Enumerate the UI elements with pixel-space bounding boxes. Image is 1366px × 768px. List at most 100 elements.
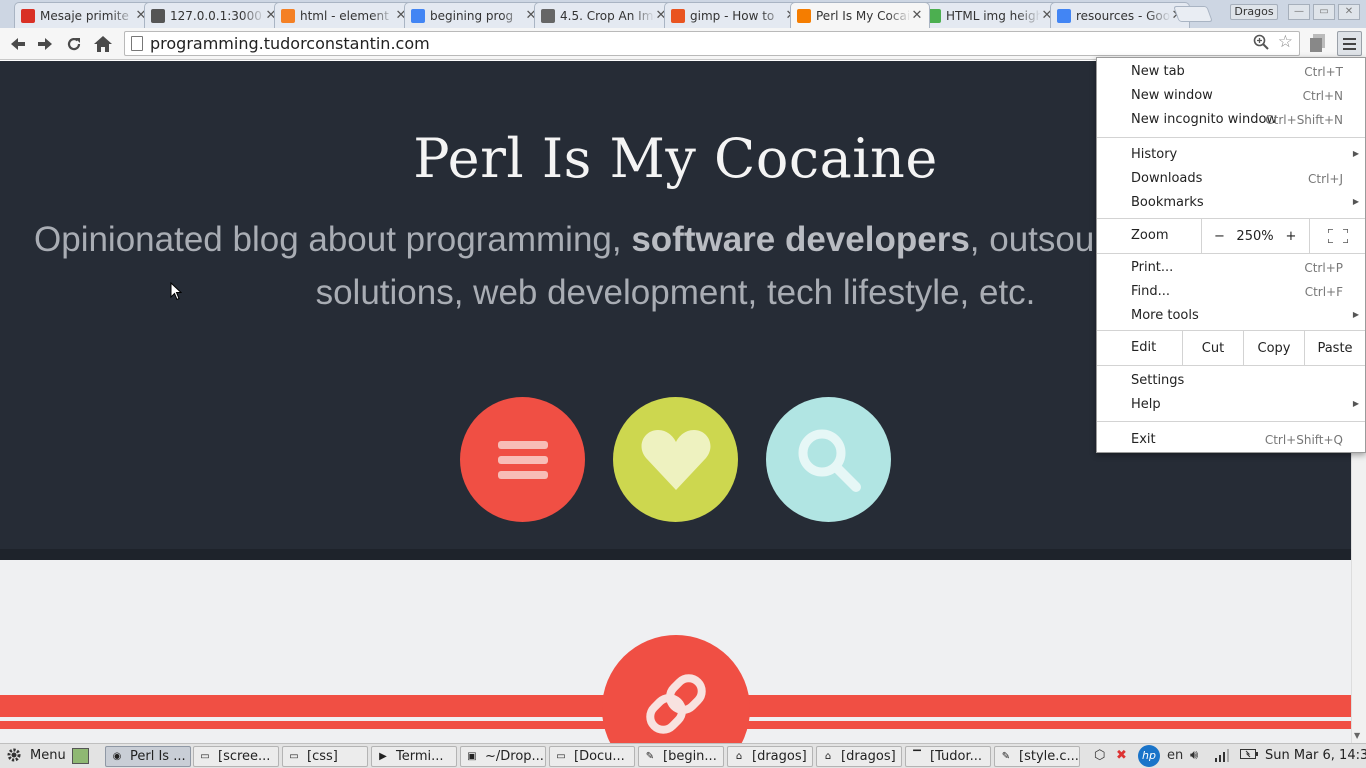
close-window-button[interactable]: ✕ bbox=[1338, 4, 1360, 20]
browser-tab[interactable]: resources - Google✕ bbox=[1050, 2, 1190, 28]
taskbar-item[interactable]: ▔ [Tudor... bbox=[905, 746, 991, 767]
menu-item-help[interactable]: Help ▶ bbox=[1097, 393, 1365, 417]
mouse-cursor-icon bbox=[170, 282, 182, 301]
browser-tab[interactable]: 4.5. Crop An Image✕ bbox=[534, 2, 674, 28]
show-desktop-icon[interactable] bbox=[72, 748, 89, 764]
home-icon: ⌂ bbox=[824, 751, 832, 762]
menu-separator bbox=[1097, 137, 1365, 138]
browser-tab[interactable]: 127.0.0.1:3000 ✕ bbox=[144, 2, 284, 28]
bookmark-star-icon[interactable]: ☆ bbox=[1278, 32, 1293, 52]
tab-close-icon[interactable]: ✕ bbox=[911, 8, 923, 23]
askubuntu-icon bbox=[671, 8, 685, 23]
menu-item-history[interactable]: History ▶ bbox=[1097, 143, 1365, 167]
search-icon bbox=[798, 429, 861, 492]
tab-title: gimp - How to bbox=[690, 8, 775, 23]
menu-circle-button[interactable] bbox=[460, 397, 585, 522]
menu-item-new-window[interactable]: New window Ctrl+N bbox=[1097, 84, 1365, 108]
reload-button[interactable] bbox=[62, 32, 86, 56]
new-tab-button[interactable] bbox=[1173, 6, 1213, 22]
heart-icon bbox=[641, 429, 710, 490]
menu-item-exit[interactable]: Exit Ctrl+Shift+Q bbox=[1097, 428, 1365, 452]
chrome-icon: ◉ bbox=[112, 751, 122, 762]
zoom-in-button[interactable]: + bbox=[1273, 219, 1309, 253]
browser-tab[interactable]: begining prog ✕ bbox=[404, 2, 544, 28]
chrome-menu: New tab Ctrl+T New window Ctrl+N New incog… bbox=[1096, 57, 1366, 453]
taskbar-item-label: [css] bbox=[307, 749, 338, 764]
minimize-button[interactable]: — bbox=[1288, 4, 1310, 20]
home-icon bbox=[94, 36, 112, 52]
menu-item-settings[interactable]: Settings bbox=[1097, 369, 1365, 393]
taskbar-item-label: Termi... bbox=[396, 749, 444, 764]
browser-toolbar: programming.tudorconstantin.com ☆ bbox=[0, 28, 1366, 60]
taskbar-item[interactable]: ▭ [css] bbox=[282, 746, 368, 767]
clock[interactable]: Sun Mar 6, 14:31 bbox=[1265, 748, 1366, 763]
tab-title: Perl Is My Cocaine bbox=[816, 8, 911, 23]
tab-strip: Mesaje primite ✕ 127.0.0.1:3000 ✕ html - ele… bbox=[0, 0, 1366, 28]
taskbar-item[interactable]: ◉ Perl Is ... bbox=[105, 746, 191, 767]
home-button[interactable] bbox=[91, 32, 115, 56]
taskbar-item[interactable]: ⌂ [dragos] bbox=[727, 746, 813, 767]
paste-button[interactable]: Paste bbox=[1304, 331, 1365, 365]
menu-item-new-incognito-window[interactable]: New incognito window Ctrl+Shift+N bbox=[1097, 108, 1365, 132]
scroll-down-arrow-icon[interactable]: ▼ bbox=[1354, 731, 1360, 740]
link-circle-badge[interactable] bbox=[602, 635, 750, 743]
taskbar-item[interactable]: ✎ [begin... bbox=[638, 746, 724, 767]
favorites-circle-button[interactable] bbox=[613, 397, 738, 522]
dropbox-icon[interactable]: ⬡ bbox=[1094, 748, 1105, 763]
extension-icon[interactable] bbox=[1310, 34, 1326, 52]
search-circle-button[interactable] bbox=[766, 397, 891, 522]
forward-arrow-icon bbox=[38, 38, 52, 50]
menu-separator bbox=[1097, 365, 1365, 366]
taskbar-item-label: Perl Is ... bbox=[130, 749, 186, 764]
maximize-button[interactable]: ▭ bbox=[1313, 4, 1335, 20]
hamburger-icon bbox=[1343, 37, 1356, 40]
tab-title: Mesaje primite bbox=[40, 8, 129, 23]
menu-item-new-tab[interactable]: New tab Ctrl+T bbox=[1097, 60, 1365, 84]
tab-title: resources - Google bbox=[1076, 8, 1171, 23]
chrome-menu-button[interactable] bbox=[1337, 31, 1362, 56]
home-icon: ⌂ bbox=[735, 751, 743, 762]
browser-tab[interactable]: html - element ✕ bbox=[274, 2, 414, 28]
start-menu-button[interactable]: Menu bbox=[6, 747, 66, 763]
taskbar-item-label: [dragos] bbox=[752, 749, 807, 764]
menu-item-bookmarks[interactable]: Bookmarks ▶ bbox=[1097, 191, 1365, 215]
back-button[interactable] bbox=[6, 32, 30, 56]
hp-icon[interactable]: hp bbox=[1138, 745, 1160, 767]
antivirus-shield-icon[interactable]: ✖ bbox=[1116, 748, 1127, 763]
taskbar-item[interactable]: ▭ [Docu... bbox=[549, 746, 635, 767]
browser-tab[interactable]: HTML img height ✕ bbox=[920, 2, 1060, 28]
address-bar[interactable]: programming.tudorconstantin.com ☆ bbox=[124, 31, 1300, 56]
keyboard-layout-indicator[interactable]: en bbox=[1167, 748, 1183, 763]
image-viewer-icon: ▣ bbox=[467, 751, 477, 762]
menu-item-print[interactable]: Print... Ctrl+P bbox=[1097, 256, 1365, 280]
fullscreen-button[interactable] bbox=[1309, 219, 1365, 253]
taskbar-item[interactable]: ▣ ~/Drop... bbox=[460, 746, 546, 767]
browser-tab[interactable]: Mesaje primite ✕ bbox=[14, 2, 154, 28]
forward-button[interactable] bbox=[33, 32, 57, 56]
url-text[interactable]: programming.tudorconstantin.com bbox=[150, 34, 430, 53]
browser-tab[interactable]: gimp - How to✕ bbox=[664, 2, 804, 28]
terminal-icon: ▶ bbox=[379, 751, 387, 762]
document-icon bbox=[541, 8, 555, 23]
menu-item-downloads[interactable]: Downloads Ctrl+J bbox=[1097, 167, 1365, 191]
zoom-icon[interactable] bbox=[1253, 34, 1269, 54]
stackoverflow-icon bbox=[281, 8, 295, 23]
window-icon: ▔ bbox=[913, 751, 921, 762]
taskbar-item-label: [style.c... bbox=[1019, 749, 1079, 764]
browser-tab[interactable]: Perl Is My Cocaine✕ bbox=[790, 2, 930, 28]
copy-button[interactable]: Copy bbox=[1243, 331, 1304, 365]
taskbar-item[interactable]: ▭ [scree... bbox=[193, 746, 279, 767]
menu-item-more-tools[interactable]: More tools ▶ bbox=[1097, 304, 1365, 328]
taskbar-item-label: [dragos] bbox=[841, 749, 896, 764]
volume-icon[interactable]: 🔊︎ bbox=[1190, 748, 1198, 763]
taskbar-item[interactable]: ⌂ [dragos] bbox=[816, 746, 902, 767]
network-signal-icon[interactable] bbox=[1214, 748, 1230, 766]
zoom-out-button[interactable]: − bbox=[1201, 219, 1237, 253]
menu-item-find[interactable]: Find... Ctrl+F bbox=[1097, 280, 1365, 304]
fullscreen-icon bbox=[1327, 229, 1348, 243]
cut-button[interactable]: Cut bbox=[1182, 331, 1243, 365]
profile-button[interactable]: Dragos bbox=[1230, 4, 1278, 20]
taskbar-item[interactable]: ▶ Termi... bbox=[371, 746, 457, 767]
taskbar-item[interactable]: ✎ [style.c... bbox=[994, 746, 1080, 767]
battery-icon[interactable] bbox=[1240, 748, 1258, 764]
